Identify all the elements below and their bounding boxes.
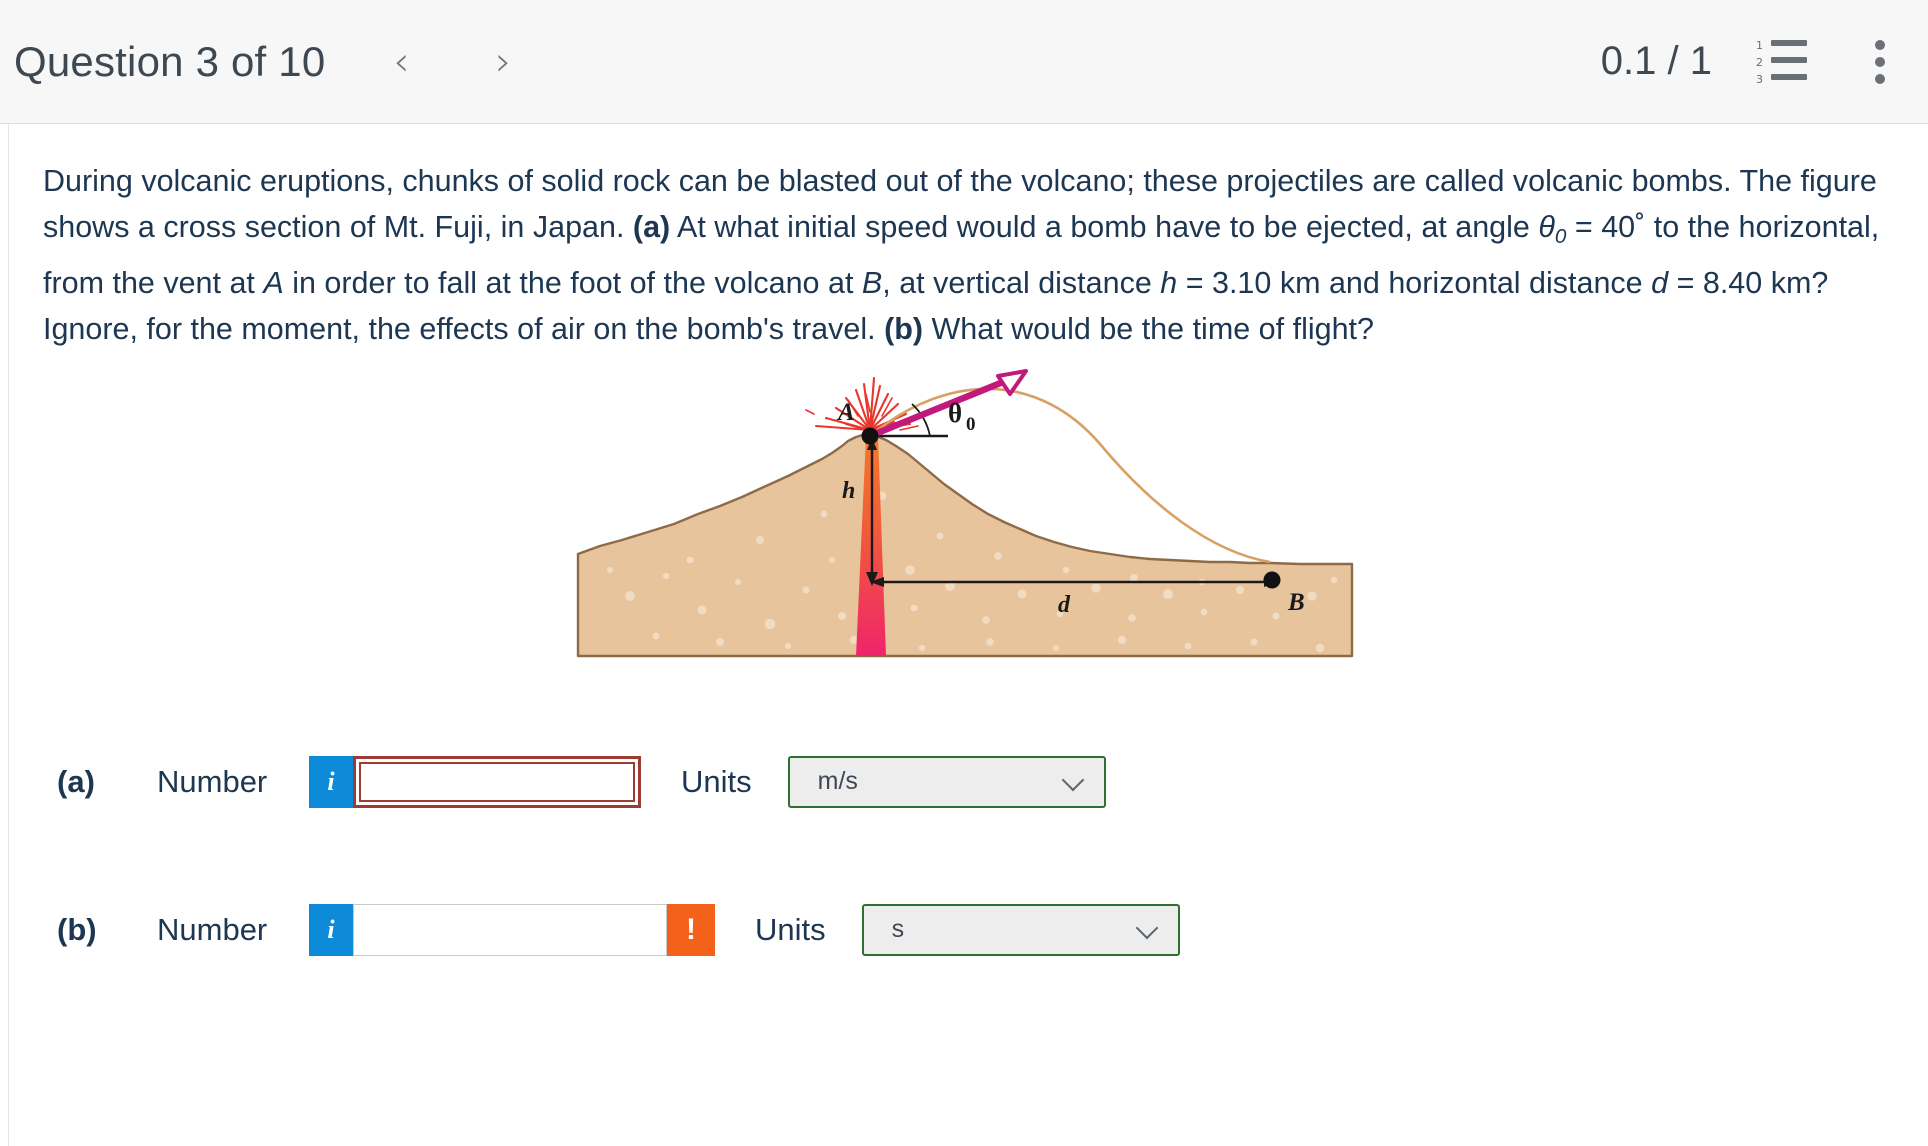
next-question-button[interactable]: › bbox=[475, 34, 531, 90]
point-b-reference: B bbox=[861, 265, 883, 300]
variable-h: h bbox=[1160, 265, 1178, 300]
volcano-diagram: A B h d θ 0 bbox=[570, 364, 1360, 664]
previous-question-button[interactable]: ‹ bbox=[373, 34, 429, 90]
info-icon-b[interactable]: i bbox=[309, 903, 353, 956]
header-right-group: 0.1 / 1 1 2 3 bbox=[1601, 38, 1900, 86]
part-b-marker: (b) bbox=[884, 311, 924, 346]
figure-label-b: B bbox=[1287, 589, 1305, 616]
answer-row-a: (a) Number i Units m/s bbox=[57, 752, 1920, 812]
answer-row-b: (b) Number i ! Units s bbox=[57, 900, 1920, 960]
list-bar-2 bbox=[1771, 56, 1807, 63]
kebab-dot-2 bbox=[1875, 56, 1885, 67]
answer-a-number-input[interactable] bbox=[353, 755, 641, 808]
answer-a-units-label: Units bbox=[681, 763, 752, 799]
answer-b-units-label: Units bbox=[755, 911, 826, 947]
point-b-marker bbox=[1263, 571, 1280, 589]
list-bar-3 bbox=[1771, 73, 1807, 80]
numbered-list-icon[interactable]: 1 2 3 bbox=[1756, 38, 1808, 86]
part-a-marker: (a) bbox=[632, 210, 671, 244]
point-a-reference: A bbox=[263, 265, 284, 300]
theta-symbol: θ bbox=[1538, 210, 1555, 244]
answer-a-units-value: m/s bbox=[817, 767, 858, 796]
figure-label-a: A bbox=[836, 399, 855, 426]
answer-a-units-select[interactable]: m/s bbox=[787, 755, 1106, 808]
question-navigation: ‹ › bbox=[373, 34, 531, 90]
list-number-2: 2 bbox=[1756, 55, 1763, 69]
chevron-down-icon bbox=[1138, 920, 1158, 940]
question-text-part4: , at vertical distance bbox=[882, 265, 1161, 300]
list-bar-1 bbox=[1771, 39, 1807, 46]
answer-section: (a) Number i Units m/s (b) Number i ! Un… bbox=[57, 752, 1920, 960]
kebab-dot-3 bbox=[1875, 73, 1885, 84]
chevron-down-icon bbox=[1064, 772, 1084, 792]
theta-subscript: 0 bbox=[1554, 224, 1567, 248]
question-text-part2: At what initial speed would a bomb have … bbox=[670, 210, 1539, 244]
point-a-marker bbox=[861, 427, 878, 445]
answer-b-number-input[interactable] bbox=[353, 903, 667, 956]
ground-mass bbox=[576, 432, 1353, 657]
info-icon-a[interactable]: i bbox=[309, 755, 353, 808]
question-content: During volcanic eruptions, chunks of sol… bbox=[8, 124, 1920, 1146]
answer-a-input-group: i bbox=[309, 755, 641, 808]
volcano-svg: A B h d θ 0 bbox=[576, 368, 1353, 657]
answer-b-number-label: Number bbox=[157, 911, 268, 947]
question-text-part3: in order to fall at the foot of the volc… bbox=[283, 265, 862, 300]
list-number-1: 1 bbox=[1756, 38, 1763, 52]
answer-b-units-select[interactable]: s bbox=[861, 903, 1180, 956]
more-options-icon[interactable] bbox=[1860, 38, 1900, 86]
figure-label-theta: θ bbox=[948, 398, 962, 428]
figure-label-d: d bbox=[1058, 592, 1071, 618]
answer-a-part-label: (a) bbox=[57, 763, 95, 799]
list-number-3: 3 bbox=[1756, 72, 1763, 86]
answer-a-number-label: Number bbox=[157, 763, 268, 799]
answer-b-part-label: (b) bbox=[57, 911, 97, 947]
figure-label-h: h bbox=[842, 478, 855, 504]
answer-b-input-group: i ! bbox=[309, 903, 715, 956]
figure-label-theta-subscript: 0 bbox=[966, 414, 976, 435]
answer-b-units-value: s bbox=[891, 915, 905, 944]
question-h-value: = 3.10 km and horizontal distance bbox=[1177, 265, 1652, 300]
question-header: Question 3 of 10 ‹ › 0.1 / 1 1 2 3 bbox=[0, 0, 1928, 124]
figure-container: A B h d θ 0 bbox=[9, 364, 1920, 664]
page-title: Question 3 of 10 bbox=[14, 37, 326, 85]
question-statement: During volcanic eruptions, chunks of sol… bbox=[43, 158, 1888, 352]
warning-icon-b[interactable]: ! bbox=[667, 903, 715, 956]
question-text-part5: What would be the time of flight? bbox=[923, 311, 1374, 346]
variable-d: d bbox=[1651, 265, 1669, 300]
score-display: 0.1 / 1 bbox=[1600, 39, 1712, 83]
kebab-dot-1 bbox=[1875, 39, 1885, 50]
